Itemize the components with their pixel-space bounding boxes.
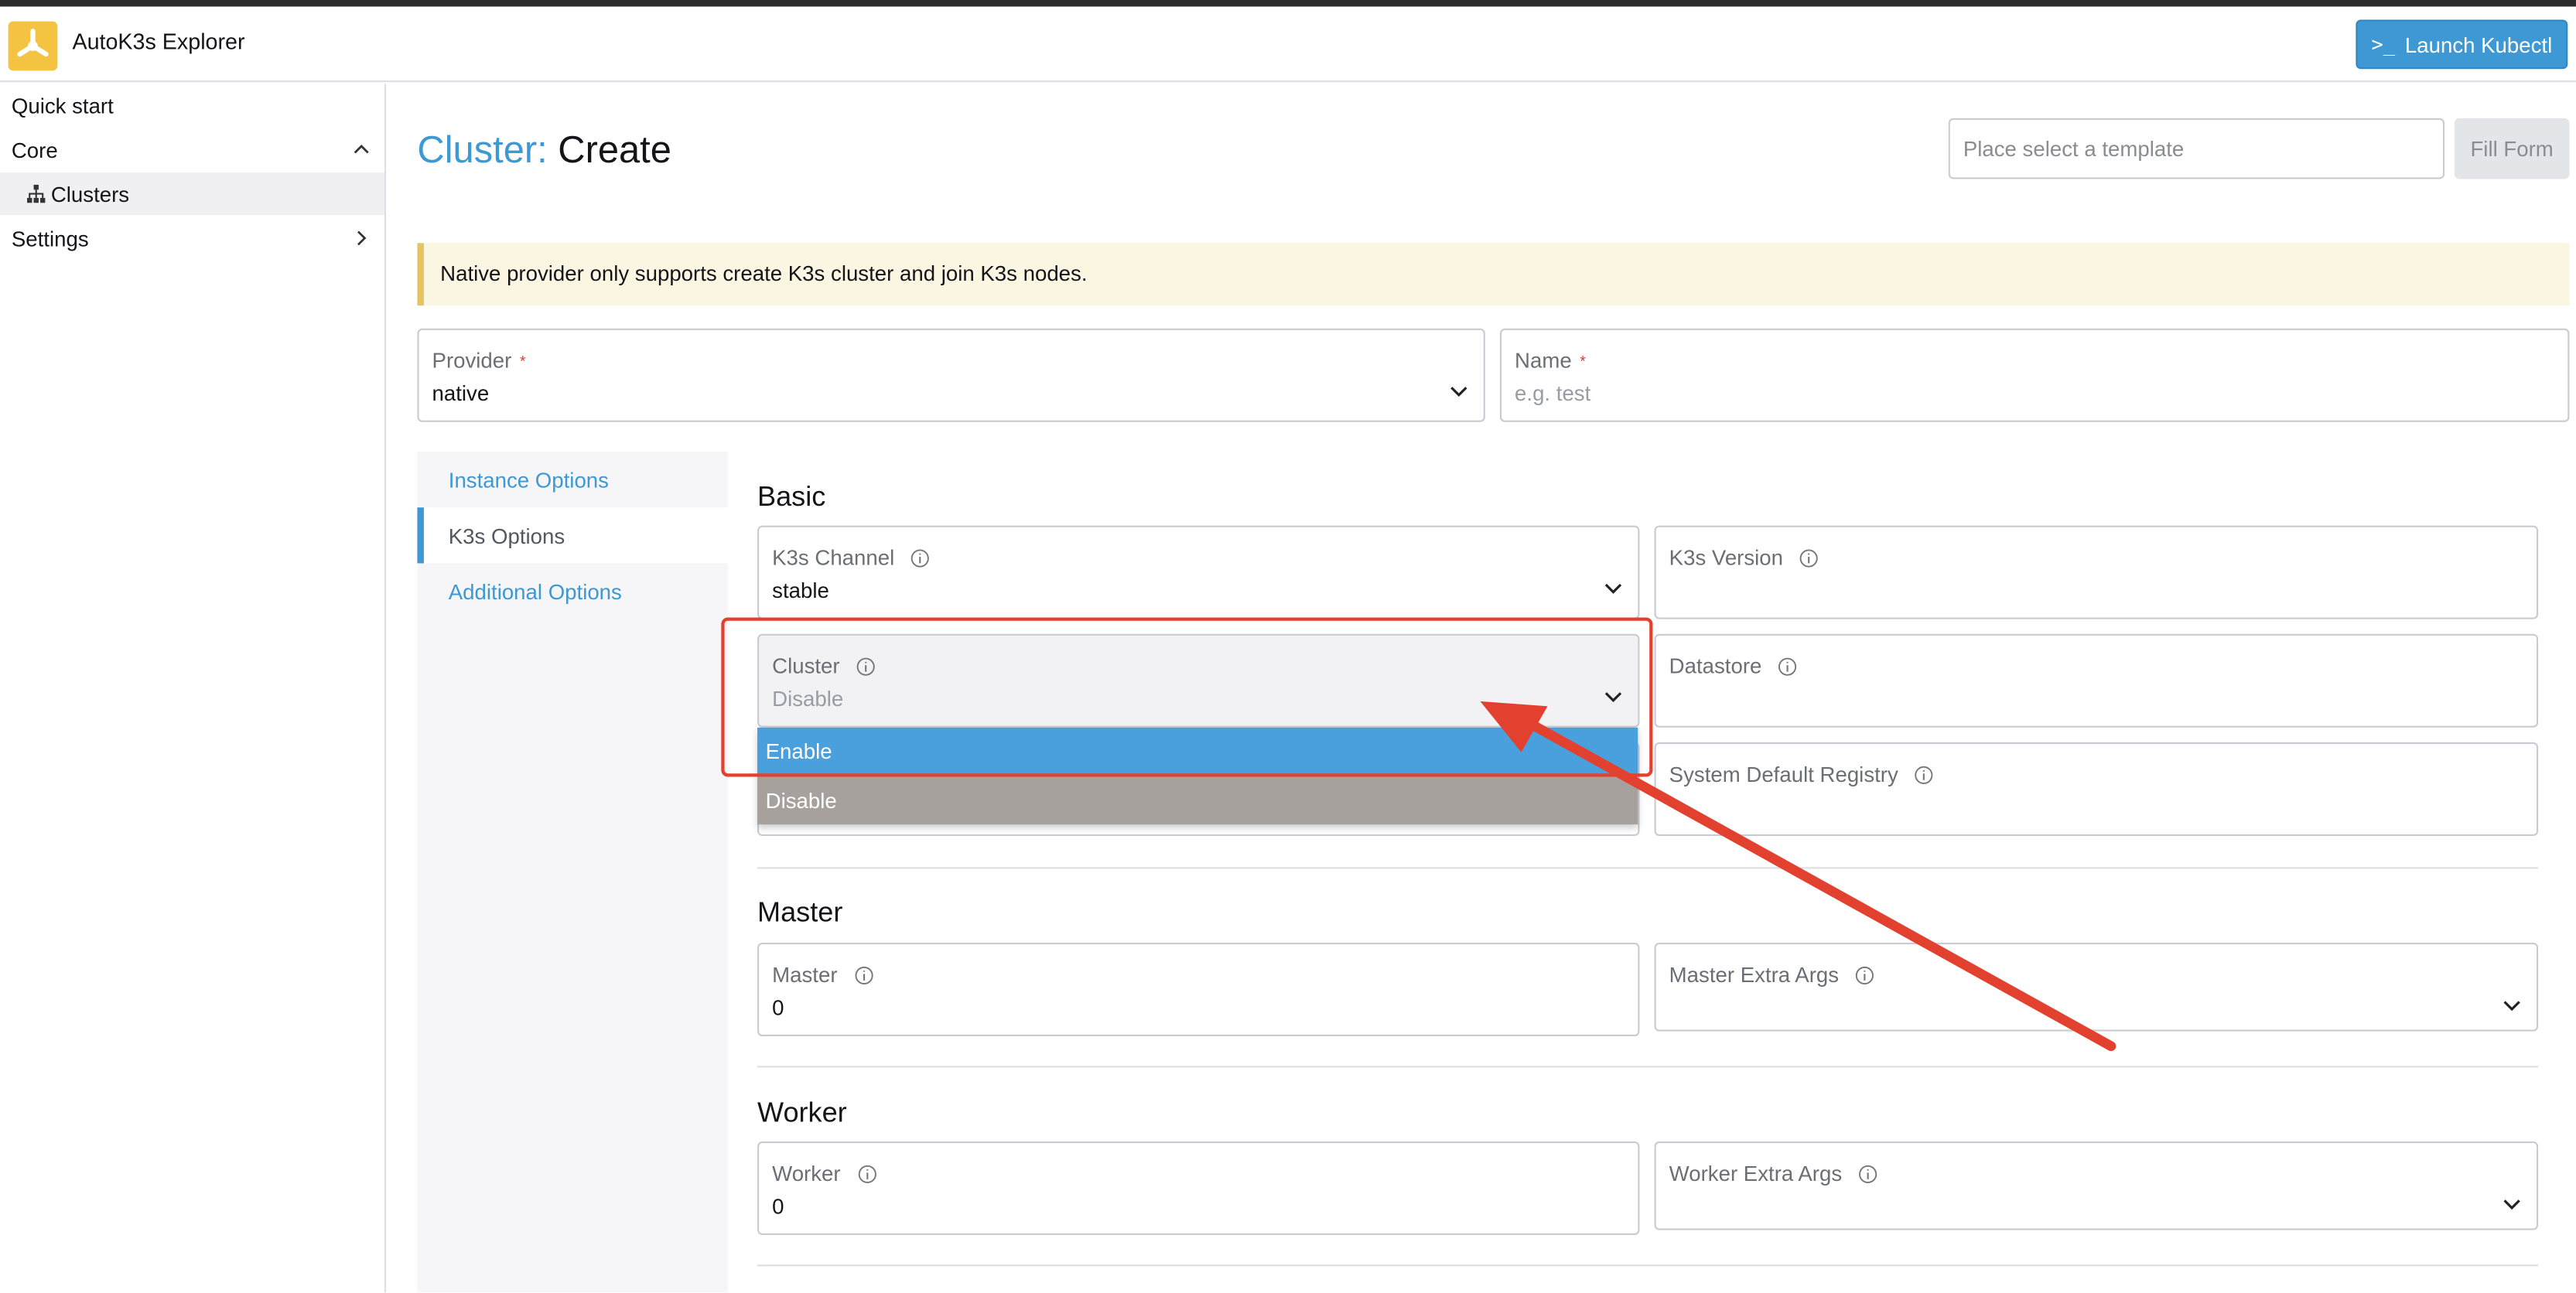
chevron-down-icon [2503, 1199, 2520, 1210]
annotation-highlight-box [721, 617, 1653, 777]
system-registry-label-wrap: System Default Registry [1669, 762, 1935, 786]
master-extra-args-label: Master Extra Args [1669, 962, 1840, 988]
options-tabs: Instance Options K3s Options Additional … [417, 452, 728, 1292]
master-extra-args-label-wrap: Master Extra Args [1669, 962, 1875, 987]
master-extra-args-select[interactable]: Master Extra Args [1654, 943, 2539, 1032]
section-title-master: Master [757, 896, 843, 928]
tab-additional-options[interactable]: Additional Options [417, 563, 727, 619]
terminal-icon: >_ [2371, 32, 2396, 56]
k3s-version-field[interactable]: K3s Version [1654, 525, 2539, 619]
k3s-version-label-wrap: K3s Version [1669, 545, 1819, 570]
launch-kubectl-button[interactable]: >_ Launch Kubectl [2356, 19, 2568, 70]
info-icon[interactable] [1799, 548, 1819, 567]
sidebar-item-label: Clusters [50, 181, 130, 206]
info-icon[interactable] [910, 548, 930, 567]
k3s-channel-label: K3s Channel [772, 545, 895, 570]
app-window: AutoK3s Explorer >_ Launch Kubectl Quick… [0, 0, 2576, 1293]
app-title: AutoK3s Explorer [72, 29, 245, 55]
sidebar-item-core[interactable]: Core [0, 128, 384, 171]
k3s-options-content: Basic K3s Channel stable K3s Version Clu… [727, 452, 2570, 1293]
master-label-wrap: Master [772, 962, 873, 987]
sidebar-item-quick-start[interactable]: Quick start [0, 84, 384, 126]
launch-kubectl-label: Launch Kubectl [2404, 32, 2553, 57]
k3s-channel-label-wrap: K3s Channel [772, 545, 931, 570]
worker-count-field[interactable]: Worker 0 [757, 1141, 1640, 1236]
section-divider [757, 867, 2539, 869]
datastore-field[interactable]: Datastore [1654, 633, 2539, 728]
worker-label: Worker [772, 1161, 841, 1186]
tab-instance-options[interactable]: Instance Options [417, 452, 727, 507]
sidebar: Quick start Core Clusters Settings [0, 84, 387, 1293]
master-count-field[interactable]: Master 0 [757, 943, 1640, 1037]
info-icon[interactable] [1858, 1164, 1877, 1183]
window-top-border [0, 0, 2576, 7]
sidebar-item-label: Core [11, 137, 58, 162]
system-registry-field[interactable]: System Default Registry [1654, 742, 2539, 836]
sidebar-item-clusters[interactable]: Clusters [0, 172, 384, 216]
info-icon[interactable] [1855, 965, 1874, 984]
master-value: 0 [772, 994, 784, 1020]
k3s-channel-select[interactable]: K3s Channel stable [757, 525, 1640, 619]
chevron-down-icon [1604, 583, 1622, 594]
worker-extra-args-select[interactable]: Worker Extra Args [1654, 1141, 2539, 1230]
tab-k3s-options[interactable]: K3s Options [417, 507, 728, 564]
section-title-basic: Basic [757, 481, 826, 513]
chevron-down-icon [2503, 1001, 2520, 1012]
sidebar-item-settings[interactable]: Settings [0, 217, 384, 259]
sidebar-item-label: Quick start [11, 92, 114, 118]
top-header: AutoK3s Explorer >_ Launch Kubectl [0, 6, 2576, 83]
worker-extra-args-label: Worker Extra Args [1669, 1161, 1843, 1186]
section-title-worker: Worker [757, 1097, 847, 1128]
section-divider [757, 1066, 2539, 1068]
autok3s-logo-icon [8, 21, 58, 71]
worker-extra-args-label-wrap: Worker Extra Args [1669, 1161, 1878, 1186]
datastore-label: Datastore [1669, 653, 1762, 679]
info-icon[interactable] [857, 1164, 876, 1183]
master-label: Master [772, 962, 838, 988]
worker-label-wrap: Worker [772, 1161, 876, 1186]
info-icon[interactable] [1915, 765, 1934, 784]
system-registry-label: System Default Registry [1669, 762, 1898, 787]
cluster-option-disable[interactable]: Disable [757, 776, 1638, 825]
sidebar-item-label: Settings [11, 226, 89, 251]
chevron-up-icon [354, 145, 369, 154]
info-icon[interactable] [854, 965, 873, 984]
cluster-tree-icon [27, 184, 46, 203]
chevron-right-icon [357, 230, 367, 246]
section-divider [757, 1264, 2539, 1267]
k3s-channel-value: stable [772, 578, 829, 603]
info-icon[interactable] [1778, 656, 1798, 675]
worker-value: 0 [772, 1193, 784, 1219]
k3s-version-label: K3s Version [1669, 545, 1784, 570]
datastore-label-wrap: Datastore [1669, 653, 1798, 678]
